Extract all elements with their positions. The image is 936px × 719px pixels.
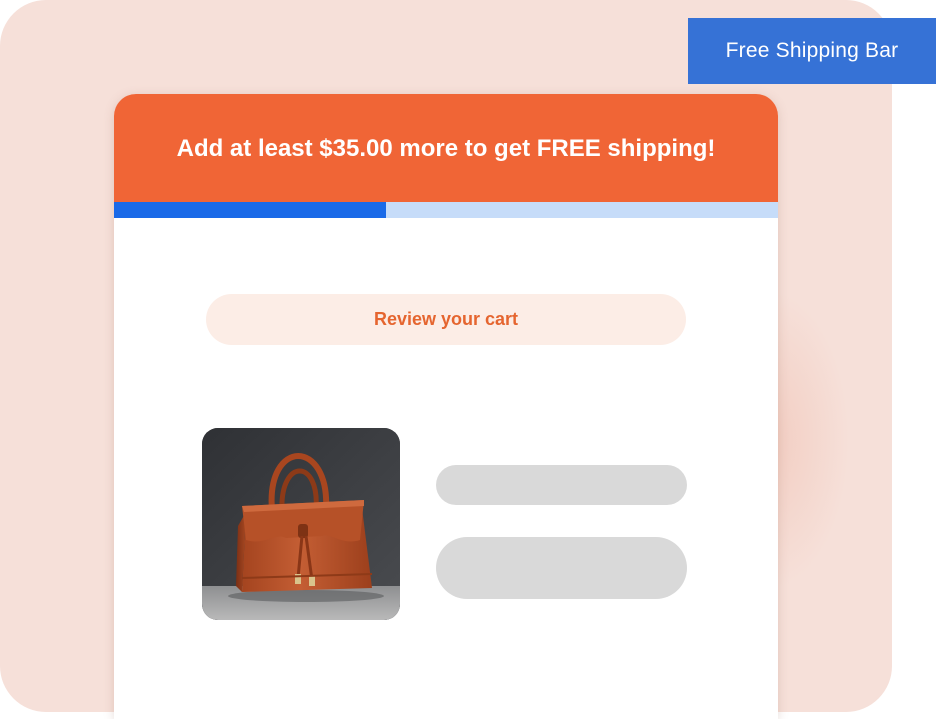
shipping-message-banner: Add at least $35.00 more to get FREE shi… (114, 94, 778, 202)
shipping-progress-track (114, 202, 778, 218)
feature-badge: Free Shipping Bar (688, 18, 936, 84)
placeholder-product-details (436, 537, 687, 599)
storefront-card: Add at least $35.00 more to get FREE shi… (114, 94, 778, 719)
stage: Free Shipping Bar Add at least $35.00 mo… (0, 0, 936, 719)
handbag-illustration (202, 428, 400, 620)
shipping-progress-fill (114, 202, 387, 218)
review-cart-button[interactable]: Review your cart (206, 294, 686, 345)
placeholder-product-title (436, 465, 687, 505)
handbag-image (202, 428, 400, 620)
